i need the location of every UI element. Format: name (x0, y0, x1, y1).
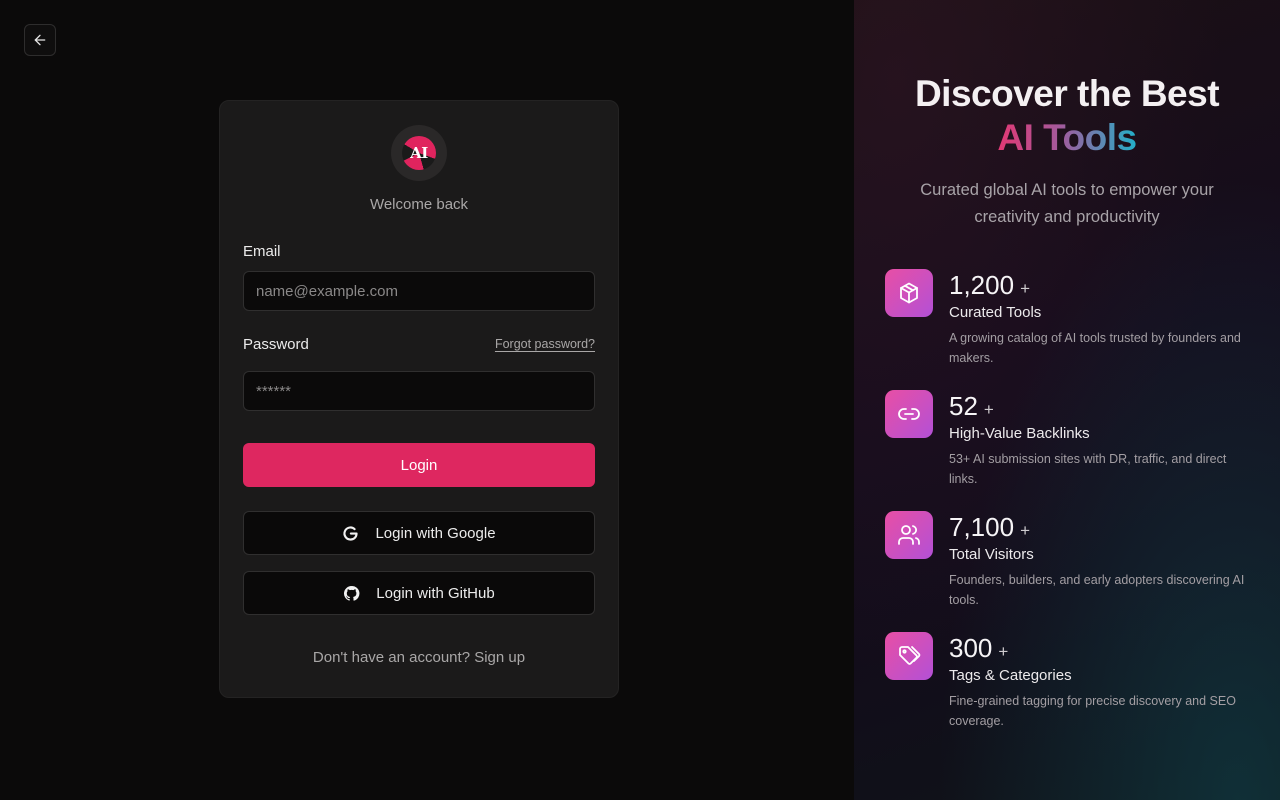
stat-title: Curated Tools (949, 304, 1042, 321)
stat-visitors: 7,100 + Total Visitors Founders, builders… (885, 511, 1255, 621)
password-field[interactable] (243, 371, 595, 411)
welcome-text: Welcome back (369, 196, 469, 213)
google-login-label: Login with Google (375, 524, 496, 542)
login-card: AI Welcome back Email Password Forgot pa… (219, 100, 619, 698)
stat-title: Tags & Categories (949, 667, 1072, 684)
stat-description: A growing catalog of AI tools trusted by… (949, 331, 1241, 365)
link-icon (885, 390, 933, 438)
hero-subtitle: Curated global AI tools to empower your … (920, 181, 1214, 226)
back-button[interactable] (24, 24, 56, 56)
email-label: Email (243, 243, 281, 260)
login-pane: AI Welcome back Email Password Forgot pa… (0, 0, 854, 800)
signup-prompt: Don't have an account? Sign up (220, 649, 618, 666)
hero-title-line1: Discover the Best (914, 73, 1220, 114)
stat-title: Total Visitors (949, 546, 1034, 563)
github-login-button[interactable]: Login with GitHub (243, 571, 595, 615)
hero-title: Discover the Best AI Tools (854, 72, 1280, 160)
stat-curated-tools: 1,200 + Curated Tools A growing catalog o… (885, 269, 1255, 379)
cube-icon (885, 269, 933, 317)
stat-title: High-Value Backlinks (949, 425, 1090, 442)
stat-value: 1,200 + (949, 270, 1031, 300)
google-icon (343, 525, 359, 541)
stat-description: Founders, builders, and early adopters d… (949, 573, 1245, 607)
marketing-pane: Discover the Best AI Tools Curated globa… (854, 0, 1280, 800)
email-field[interactable] (243, 271, 595, 311)
login-page: AI Welcome back Email Password Forgot pa… (0, 0, 1280, 800)
users-icon (885, 511, 933, 559)
logo-mark: AI (402, 136, 436, 170)
stat-value: 7,100 + (949, 512, 1031, 542)
login-button[interactable]: Login (243, 443, 595, 487)
stat-backlinks: 52 + High-Value Backlinks 53+ AI submissi… (885, 390, 1255, 500)
forgot-password-link[interactable]: Forgot password? (495, 337, 595, 351)
signup-prefix: Don't have an account? (312, 649, 471, 666)
google-login-button[interactable]: Login with Google (243, 511, 595, 555)
github-icon (344, 585, 360, 601)
stat-description: 53+ AI submission sites with DR, traffic… (949, 452, 1227, 486)
logo-text: AI (410, 144, 428, 162)
tags-icon (885, 632, 933, 680)
stat-tags: 300 + Tags & Categories Fine-grained tagg… (885, 632, 1255, 742)
stat-description: Fine-grained tagging for precise discove… (949, 694, 1236, 728)
stat-value: 300 + (949, 633, 1009, 663)
signup-link[interactable]: Sign up (474, 649, 525, 666)
arrow-left-icon (34, 34, 46, 46)
github-login-label: Login with GitHub (376, 584, 495, 602)
hero-title-accent: AI Tools (997, 117, 1137, 158)
logo: AI (391, 125, 447, 181)
stat-value: 52 + (949, 391, 994, 421)
password-label: Password (243, 336, 309, 353)
